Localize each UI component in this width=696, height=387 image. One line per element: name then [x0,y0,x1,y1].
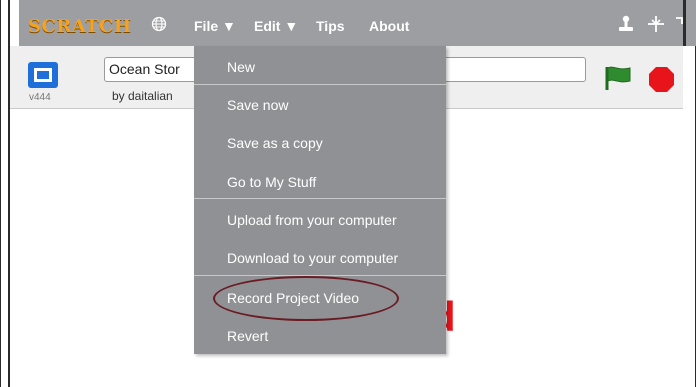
fullscreen-icon[interactable] [674,14,684,34]
menu-edit[interactable]: Edit ▼ [254,18,298,34]
highlight-oval [213,276,399,321]
menu-about[interactable]: About [369,18,409,34]
menu-item-new[interactable]: New [227,59,255,75]
menu-item-download[interactable]: Download to your computer [227,250,398,266]
menu-item-save-copy[interactable]: Save as a copy [227,135,323,151]
project-byline[interactable]: by daitalian [112,89,173,103]
menu-item-go-to-my-stuff[interactable]: Go to My Stuff [227,174,316,190]
menu-item-revert[interactable]: Revert [227,328,268,344]
menu-file[interactable]: File ▼ [194,18,236,34]
menu-item-upload[interactable]: Upload from your computer [227,212,397,228]
globe-icon[interactable] [151,16,167,32]
menu-item-save-now[interactable]: Save now [227,97,288,113]
fullscreen-icon[interactable] [27,61,59,89]
stamp-icon[interactable] [616,14,636,34]
menu-separator [194,198,446,199]
scratch-logo[interactable]: SCRATCH [28,16,132,37]
menu-tips[interactable]: Tips [316,18,345,34]
green-flag-icon[interactable] [604,65,632,91]
shrink-icon[interactable] [646,14,666,34]
version-label: v444 [29,92,51,103]
stop-icon[interactable] [648,66,675,93]
menu-separator [194,84,446,85]
